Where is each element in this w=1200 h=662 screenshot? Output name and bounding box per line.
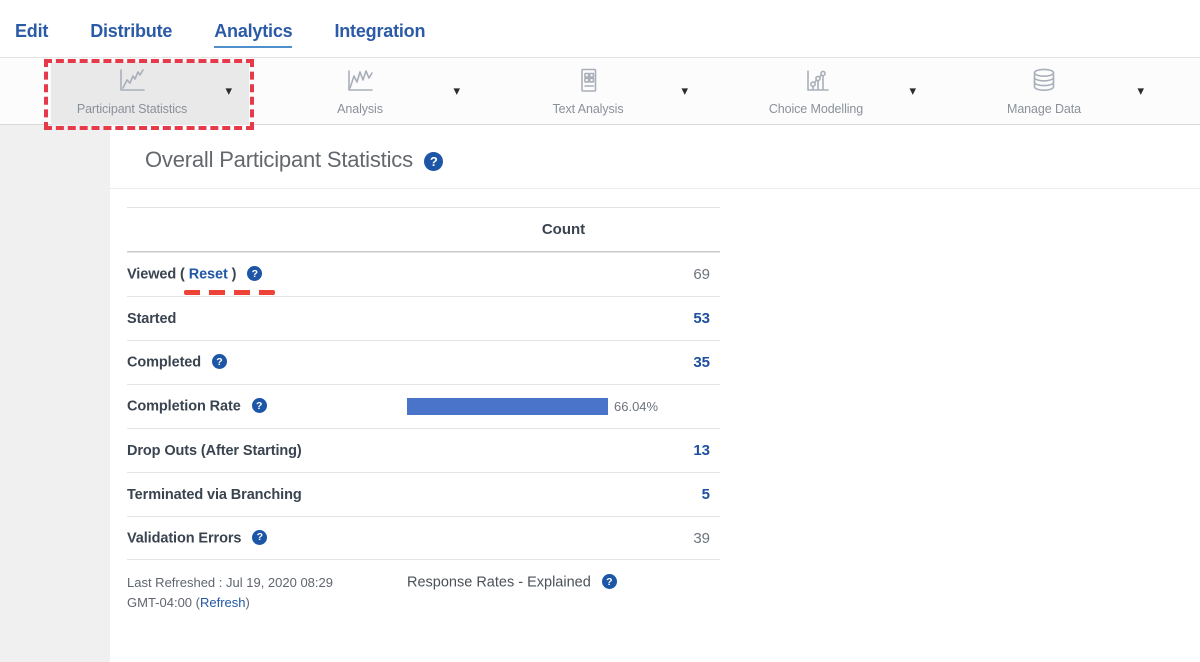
chevron-down-icon[interactable]: ▾ (453, 83, 460, 99)
row-value: 69 (407, 266, 720, 283)
statistics-table: Count Viewed ( Reset ) ? 69 Started 53 C… (127, 207, 720, 560)
last-refreshed-text: Last Refreshed : Jul 19, 2020 08:29 (127, 575, 333, 590)
zigzag-chart-icon (345, 67, 375, 99)
row-value: 39 (407, 530, 720, 547)
help-icon[interactable]: ? (602, 574, 617, 589)
table-header-row: Count (127, 207, 720, 252)
row-label: Completion Rate (127, 399, 241, 415)
annotation-dashed-underline (184, 290, 275, 295)
help-icon[interactable]: ? (212, 354, 227, 369)
completion-rate-bar (407, 398, 608, 415)
chevron-down-icon[interactable]: ▾ (909, 83, 916, 99)
top-bar: Edit Distribute Analytics Integration (0, 0, 1200, 57)
table-row-viewed: Viewed ( Reset ) ? 69 (127, 252, 720, 296)
row-label: Viewed ( (127, 267, 189, 283)
participant-statistics-card: Overall Participant Statistics ? Count V… (110, 125, 1200, 662)
table-row-terminated: Terminated via Branching 5 (127, 472, 720, 516)
table-footer: Last Refreshed : Jul 19, 2020 08:29 GMT-… (127, 573, 720, 612)
row-value: 35 (407, 354, 720, 371)
nav-item-integration[interactable]: Integration (334, 21, 425, 46)
completion-rate-value: 66.04% (614, 399, 658, 414)
chevron-down-icon[interactable]: ▾ (225, 83, 232, 99)
chevron-down-icon[interactable]: ▾ (1137, 83, 1144, 99)
response-rates-label: Response Rates - Explained (407, 575, 591, 591)
help-icon[interactable]: ? (247, 266, 262, 281)
toolbar-item-manage-data[interactable]: Manage Data ▾ (930, 58, 1158, 124)
row-value: 53 (407, 310, 720, 327)
line-chart-icon (117, 67, 147, 99)
refresh-link[interactable]: Refresh (200, 595, 246, 610)
row-value: 5 (407, 486, 720, 503)
timezone-text: GMT-04:00 ( (127, 595, 200, 610)
scatter-chart-icon (801, 67, 831, 99)
row-label: Started (127, 311, 407, 327)
row-label: Validation Errors (127, 530, 241, 546)
chevron-down-icon[interactable]: ▾ (681, 83, 688, 99)
reset-link[interactable]: Reset (189, 267, 228, 283)
count-column-header: Count (407, 221, 720, 238)
row-label: ) (228, 267, 237, 283)
nav-item-analytics[interactable]: Analytics (214, 21, 292, 48)
timezone-text: ) (246, 595, 250, 610)
row-label: Completed (127, 355, 201, 371)
help-icon[interactable]: ? (252, 398, 267, 413)
toolbar-item-label: Manage Data (1007, 102, 1081, 116)
toolbar-item-label: Text Analysis (553, 102, 624, 116)
table-row-completion-rate: Completion Rate ? 66.04% (127, 384, 720, 428)
table-row-drop-outs: Drop Outs (After Starting) 13 (127, 428, 720, 472)
toolbar-item-choice-modelling[interactable]: Choice Modelling ▾ (702, 58, 930, 124)
toolbar-item-participant-statistics[interactable]: Participant Statistics ▾ (18, 58, 246, 124)
row-label: Terminated via Branching (127, 487, 407, 503)
help-icon[interactable]: ? (424, 152, 443, 171)
table-row-validation-errors: Validation Errors ? 39 (127, 516, 720, 560)
nav-item-edit[interactable]: Edit (15, 21, 48, 46)
toolbar-item-label: Choice Modelling (769, 102, 863, 116)
analytics-toolbar: Participant Statistics ▾ Analysis ▾ (0, 57, 1200, 125)
row-value: 13 (407, 442, 720, 459)
document-grid-icon (573, 67, 603, 99)
toolbar-item-text-analysis[interactable]: Text Analysis ▾ (474, 58, 702, 124)
main-nav: Edit Distribute Analytics Integration (15, 21, 1200, 48)
row-label: Drop Outs (After Starting) (127, 443, 407, 459)
card-header: Overall Participant Statistics ? (110, 125, 1200, 189)
toolbar-item-analysis[interactable]: Analysis ▾ (246, 58, 474, 124)
toolbar-item-label: Analysis (337, 102, 383, 116)
table-row-started: Started 53 (127, 296, 720, 340)
nav-item-distribute[interactable]: Distribute (90, 21, 172, 46)
help-icon[interactable]: ? (252, 530, 267, 545)
content-area: Overall Participant Statistics ? Count V… (0, 125, 1200, 662)
toolbar-item-label: Participant Statistics (77, 102, 187, 116)
table-row-completed: Completed ? 35 (127, 340, 720, 384)
database-icon (1029, 67, 1059, 99)
page-title: Overall Participant Statistics (145, 147, 413, 172)
